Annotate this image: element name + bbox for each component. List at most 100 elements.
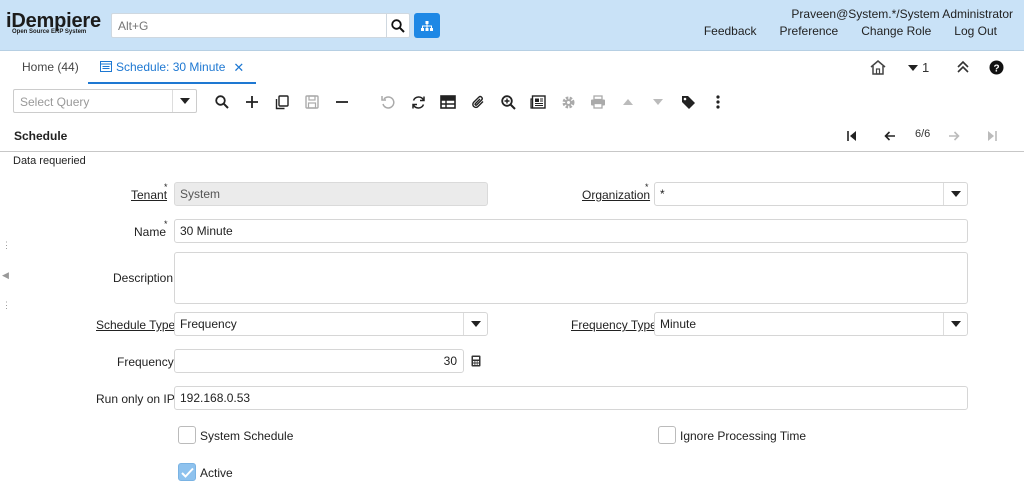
tab-title: Schedule: [14, 129, 68, 143]
app-header: iDempiere Open Source ERP System Praveen…: [0, 0, 1024, 51]
organization-value: *: [660, 187, 665, 201]
delete-button[interactable]: [332, 92, 352, 112]
tag-icon: [681, 95, 695, 109]
collapse-up-icon[interactable]: [956, 60, 970, 77]
run-only-ip-field[interactable]: 192.168.0.53: [174, 386, 968, 410]
schedule-type-combobox[interactable]: Frequency: [174, 312, 488, 336]
process-button[interactable]: [558, 92, 578, 112]
user-role-info[interactable]: Praveen@System.*/System Administrator: [791, 7, 1013, 21]
description-label: Description: [113, 271, 174, 285]
tab-schedule[interactable]: Schedule: 30 Minute ✕: [88, 51, 257, 84]
required-marker: *: [164, 219, 168, 229]
run-only-ip-label: Run only on IP: [96, 392, 175, 406]
global-search-input[interactable]: [111, 13, 387, 38]
sitemap-icon: [421, 20, 433, 31]
window-count: 1: [922, 60, 930, 75]
frequency-numberbox[interactable]: 30: [174, 349, 464, 373]
window-switcher[interactable]: 1: [908, 60, 929, 75]
search-button[interactable]: [386, 13, 410, 38]
tab-titlebar: Schedule 6/6: [0, 120, 1024, 152]
newspaper-icon: [530, 95, 546, 109]
schedule-type-label[interactable]: Schedule Type: [96, 318, 175, 332]
print-button[interactable]: [588, 92, 608, 112]
system-schedule-label[interactable]: System Schedule: [200, 429, 293, 443]
home-icon[interactable]: [870, 60, 886, 78]
undo-button[interactable]: [378, 92, 398, 112]
help-icon[interactable]: ?: [989, 60, 1004, 78]
plus-icon: [246, 96, 258, 108]
logout-link[interactable]: Log Out: [954, 24, 997, 38]
new-record-button[interactable]: [242, 92, 262, 112]
logo-subtext: Open Source ERP System: [12, 29, 87, 35]
chevron-down-icon[interactable]: [172, 90, 196, 112]
organization-label[interactable]: Organization: [582, 188, 650, 202]
caret-down-icon: [653, 99, 663, 105]
first-record-button[interactable]: [844, 129, 860, 143]
paperclip-icon: [471, 95, 483, 108]
report-button[interactable]: [528, 92, 548, 112]
frequency-type-value: Minute: [660, 317, 697, 331]
save-icon: [305, 95, 319, 109]
tab-schedule-label: Schedule: 30 Minute: [116, 60, 226, 74]
collapse-left-icon[interactable]: ◀: [2, 270, 9, 281]
undo-icon: [380, 95, 395, 109]
grid-toggle-button[interactable]: [438, 92, 458, 112]
active-checkbox[interactable]: [178, 463, 196, 481]
select-query-combobox[interactable]: Select Query: [13, 89, 197, 113]
header-links: Feedback Preference Change Role Log Out: [681, 24, 997, 38]
ignore-processing-time-checkbox[interactable]: [658, 426, 676, 444]
name-label: Name: [134, 225, 167, 239]
required-marker: *: [645, 182, 649, 192]
frequency-type-label[interactable]: Frequency Type: [571, 318, 657, 332]
next-record-button[interactable]: [946, 129, 962, 143]
tenant-field: System: [174, 182, 488, 206]
save-button[interactable]: [302, 92, 322, 112]
status-message: Data requeried: [13, 155, 86, 167]
find-button[interactable]: [212, 92, 232, 112]
frequency-label: Frequency: [117, 355, 174, 369]
system-schedule-checkbox[interactable]: [178, 426, 196, 444]
refresh-button[interactable]: [408, 92, 428, 112]
preference-link[interactable]: Preference: [780, 24, 839, 38]
name-field[interactable]: 30 Minute: [174, 219, 968, 243]
calculator-icon[interactable]: [471, 355, 481, 370]
previous-record-button[interactable]: [882, 129, 898, 143]
tab-home[interactable]: Home (44): [22, 60, 79, 74]
description-textarea[interactable]: [174, 252, 968, 304]
chevron-down-icon[interactable]: [943, 183, 967, 205]
copy-icon: [275, 94, 289, 109]
feedback-link[interactable]: Feedback: [704, 24, 757, 38]
change-role-link[interactable]: Change Role: [861, 24, 931, 38]
window-icon: [100, 61, 112, 72]
parent-record-button[interactable]: [618, 92, 638, 112]
drag-handle-icon[interactable]: ⋮: [2, 240, 11, 251]
detail-record-button[interactable]: [648, 92, 668, 112]
chevron-down-icon[interactable]: [943, 313, 967, 335]
record-count: 6/6: [915, 128, 931, 140]
chevron-down-icon[interactable]: [463, 313, 487, 335]
active-label[interactable]: Active: [200, 466, 233, 480]
close-tab-icon[interactable]: ✕: [233, 60, 244, 82]
copy-record-button[interactable]: [272, 92, 292, 112]
last-record-button[interactable]: [984, 129, 1000, 143]
label-button[interactable]: [678, 92, 698, 112]
idempiere-logo[interactable]: iDempiere Open Source ERP System: [6, 10, 108, 38]
more-menu-button[interactable]: [708, 92, 728, 112]
last-record-icon: [988, 131, 997, 141]
checkmark-icon: [180, 467, 194, 478]
select-query-placeholder: Select Query: [20, 95, 90, 109]
first-record-icon: [847, 131, 856, 141]
frequency-type-combobox[interactable]: Minute: [654, 312, 968, 336]
kebab-menu-icon: [716, 95, 720, 109]
attachment-button[interactable]: [468, 92, 488, 112]
printer-icon: [591, 95, 605, 109]
ignore-processing-time-label[interactable]: Ignore Processing Time: [680, 429, 806, 443]
drag-handle-icon[interactable]: ⋮: [2, 300, 11, 311]
arrow-right-icon: [949, 131, 960, 141]
window-tabbar: Home (44) Schedule: 30 Minute ✕ 1 ?: [0, 51, 1024, 84]
menu-tree-button[interactable]: [414, 13, 440, 38]
organization-combobox[interactable]: *: [654, 182, 968, 206]
search-icon: [391, 18, 405, 33]
zoom-across-button[interactable]: [498, 92, 518, 112]
tenant-label[interactable]: Tenant: [131, 188, 167, 202]
